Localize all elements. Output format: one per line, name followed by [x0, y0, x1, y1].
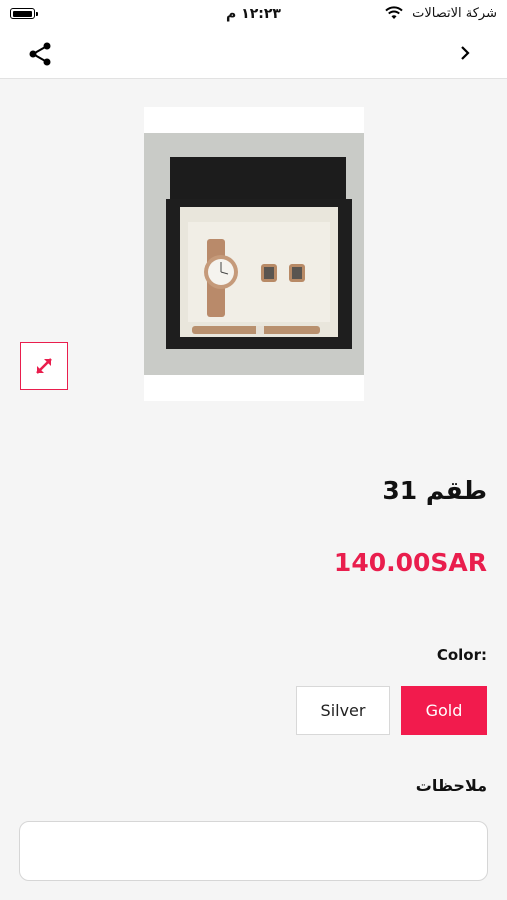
color-option-silver[interactable]: Silver — [296, 686, 390, 735]
share-icon[interactable] — [26, 40, 54, 68]
expand-image-button[interactable] — [20, 342, 68, 390]
notes-field[interactable] — [19, 821, 488, 881]
color-option-gold[interactable]: Gold — [401, 686, 487, 735]
status-bar: ١٢:٢٣ م شركة الاتصالات — [0, 0, 507, 30]
product-image[interactable] — [144, 107, 364, 401]
wifi-icon — [385, 6, 403, 19]
nav-bar — [0, 30, 507, 79]
chevron-right-icon[interactable] — [457, 43, 473, 63]
product-price: 140.00SAR — [333, 548, 487, 577]
expand-arrows-icon — [36, 358, 52, 374]
carrier-name: شركة الاتصالات — [412, 6, 497, 21]
color-label: Color: — [436, 646, 487, 664]
product-title: طقم 31 — [382, 476, 487, 505]
notes-label: ملاحظات — [415, 776, 487, 795]
